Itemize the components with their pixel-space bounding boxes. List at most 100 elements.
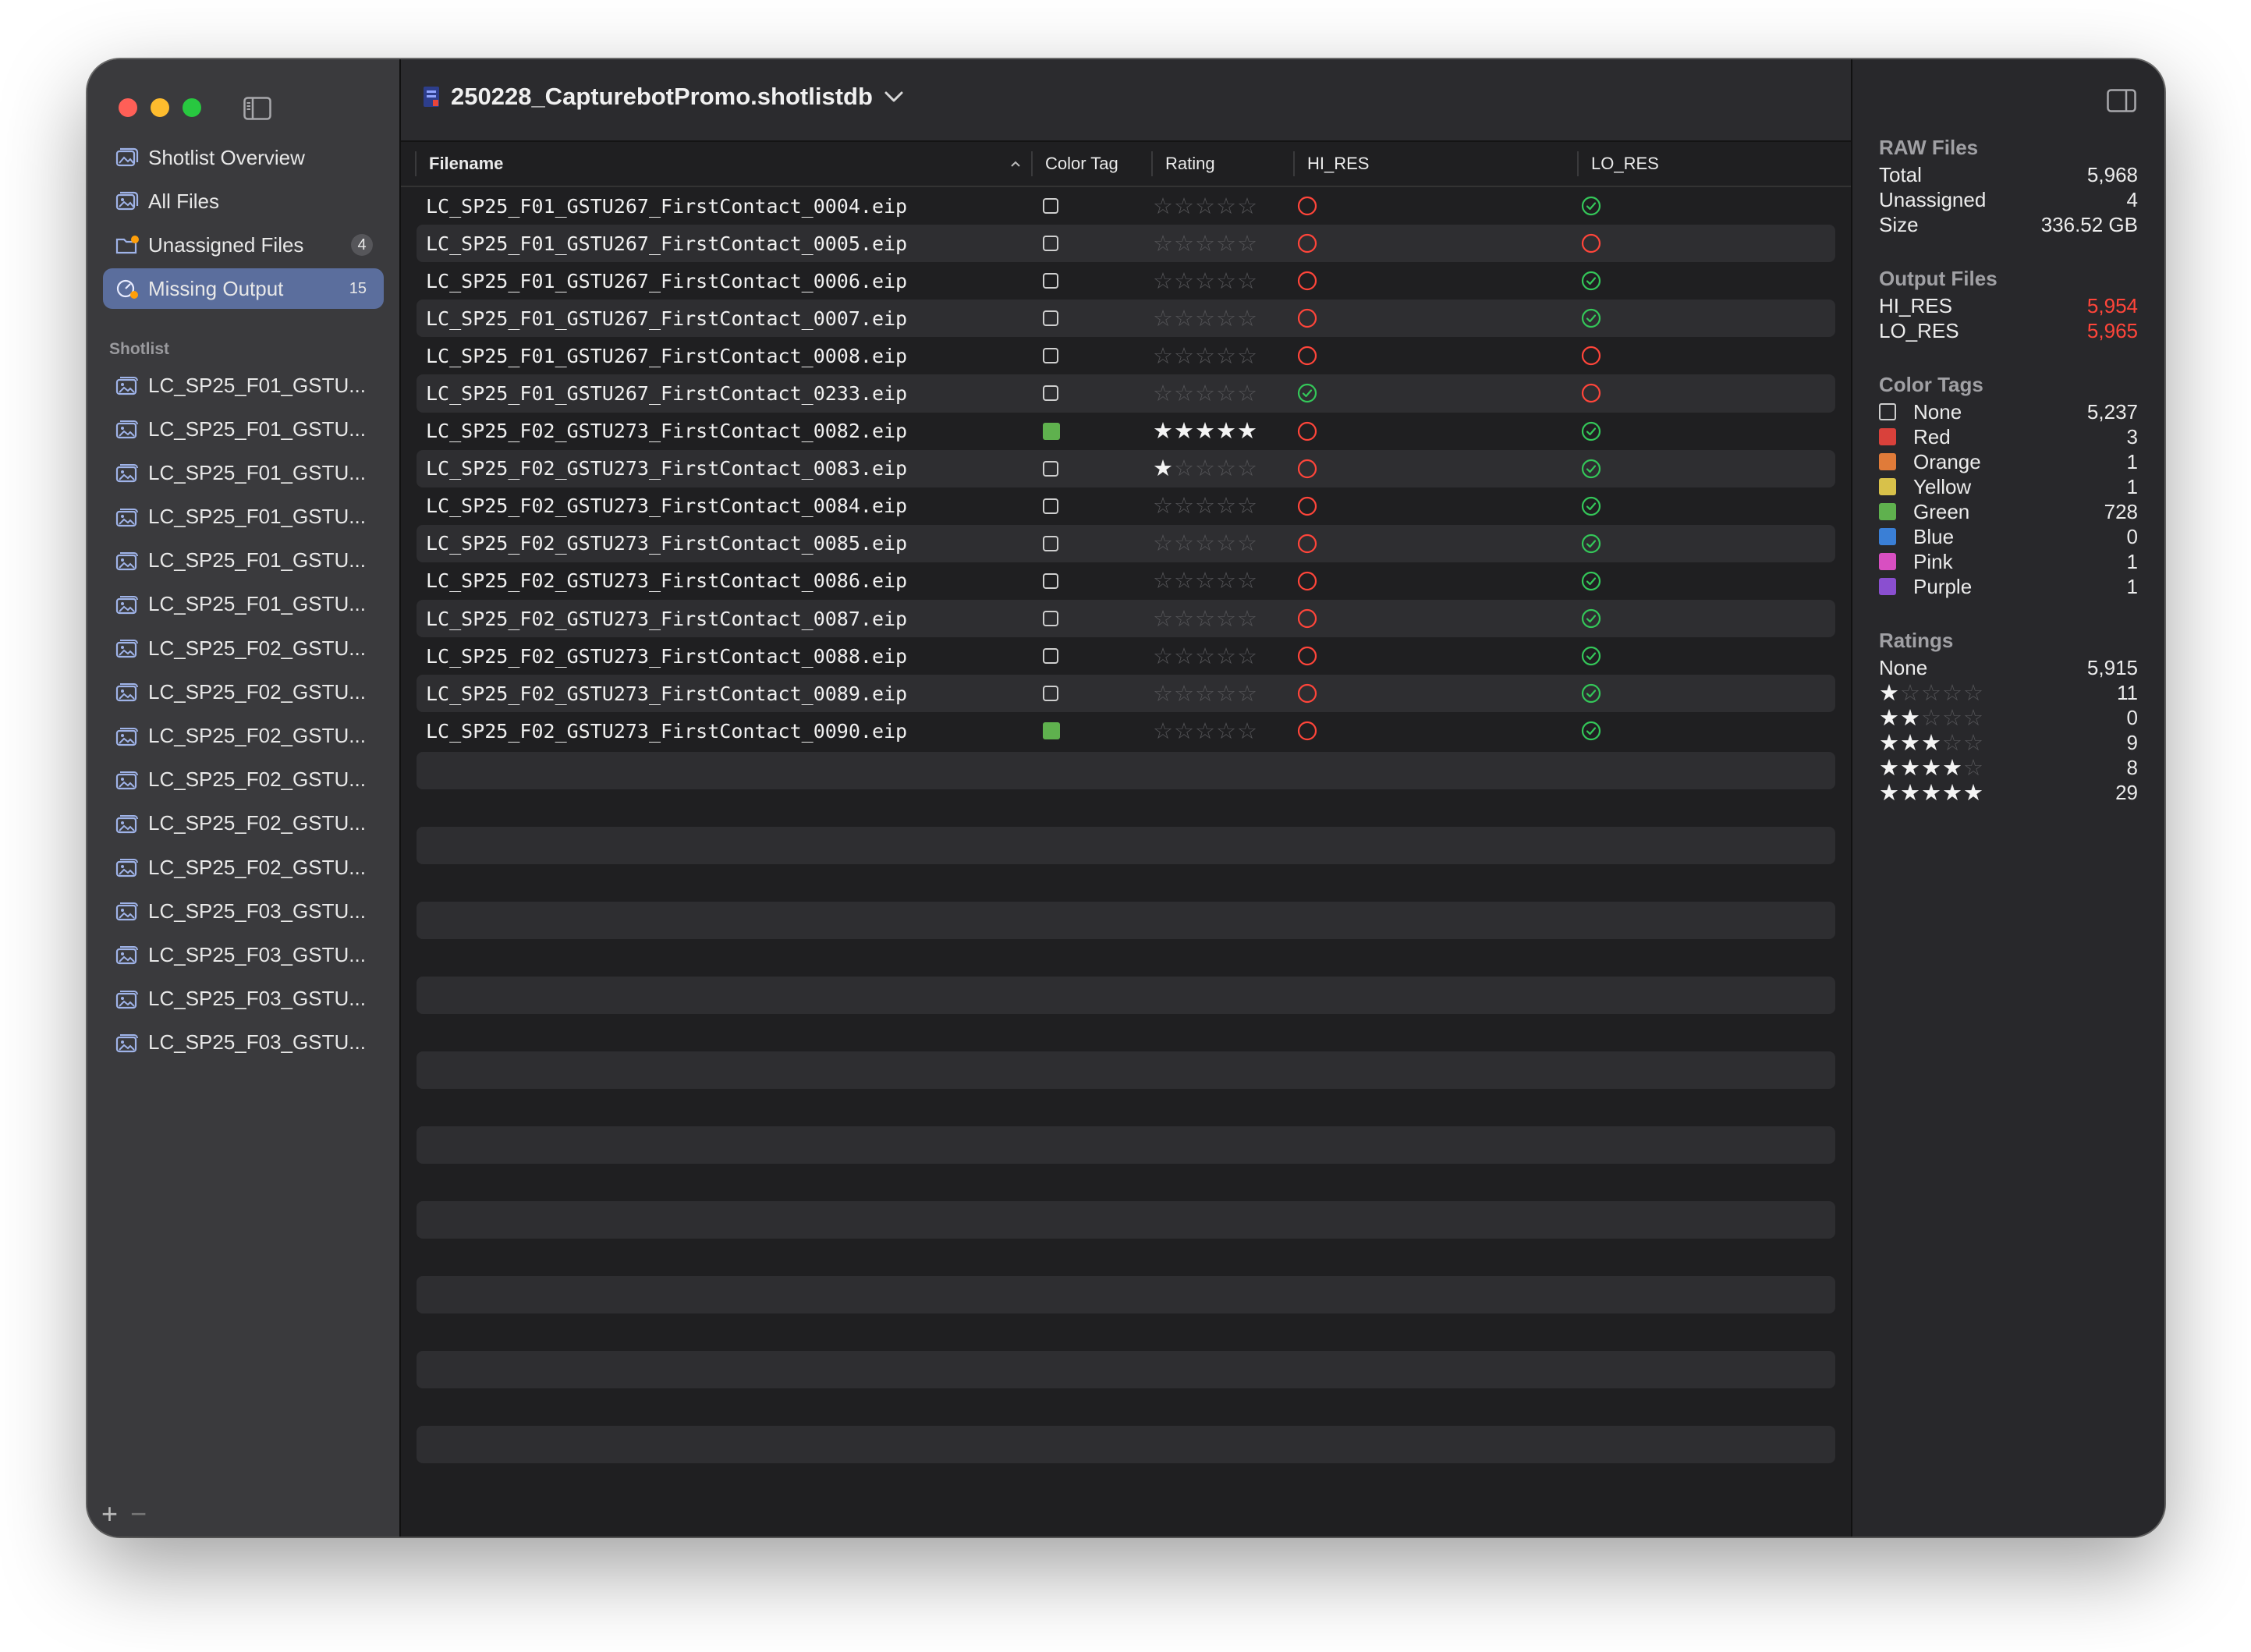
rating-cell[interactable]: ☆ ☆ ☆ ☆ ☆ (1153, 487, 1258, 525)
star-icon[interactable]: ☆ (1195, 268, 1216, 295)
star-icon[interactable]: ☆ (1216, 680, 1237, 707)
shotlist-item[interactable]: LC_SP25_F01_GSTU... (103, 365, 384, 406)
color-tag-swatch[interactable] (1043, 422, 1060, 440)
color-tag-cell[interactable] (1043, 712, 1060, 750)
column-header-filename[interactable]: Filename (429, 142, 1022, 186)
star-icon[interactable]: ☆ (1174, 530, 1195, 557)
star-icon[interactable]: ☆ (1216, 605, 1237, 633)
minimize-button[interactable] (151, 98, 169, 117)
star-icon[interactable]: ☆ (1237, 193, 1258, 220)
star-icon[interactable]: ☆ (1216, 643, 1237, 670)
shotlist-item[interactable]: LC_SP25_F01_GSTU... (103, 497, 384, 537)
remove-button[interactable]: − (130, 1498, 147, 1530)
table-row[interactable]: LC_SP25_F02_GSTU273_FirstContact_0085.ei… (417, 524, 1835, 562)
star-icon[interactable]: ☆ (1174, 718, 1195, 745)
table-row[interactable]: LC_SP25_F01_GSTU267_FirstContact_0006.ei… (417, 262, 1835, 300)
star-icon[interactable]: ☆ (1174, 455, 1195, 482)
table-row[interactable]: LC_SP25_F01_GSTU267_FirstContact_0233.ei… (417, 374, 1835, 413)
table-row[interactable]: LC_SP25_F01_GSTU267_FirstContact_0005.ei… (417, 225, 1835, 263)
shotlist-item[interactable]: LC_SP25_F03_GSTU... (103, 979, 384, 1019)
star-icon[interactable]: ☆ (1237, 605, 1258, 633)
rating-cell[interactable]: ☆ ☆ ☆ ☆ ☆ (1153, 300, 1258, 337)
star-icon[interactable]: ☆ (1237, 455, 1258, 482)
star-icon[interactable]: ☆ (1216, 718, 1237, 745)
star-icon[interactable]: ☆ (1237, 342, 1258, 370)
empty-tag-box[interactable] (1043, 686, 1058, 702)
star-icon[interactable]: ☆ (1237, 305, 1258, 332)
star-icon[interactable]: ☆ (1237, 380, 1258, 407)
empty-tag-box[interactable] (1043, 648, 1058, 665)
star-icon[interactable]: ☆ (1237, 492, 1258, 519)
empty-tag-box[interactable] (1043, 310, 1058, 327)
color-tag-cell[interactable] (1043, 337, 1058, 374)
star-icon[interactable]: ☆ (1216, 567, 1237, 594)
color-tag-cell[interactable] (1043, 675, 1058, 712)
table-row[interactable]: LC_SP25_F02_GSTU273_FirstContact_0084.ei… (417, 487, 1835, 525)
color-tag-cell[interactable] (1043, 374, 1058, 412)
star-icon[interactable]: ☆ (1195, 492, 1216, 519)
shotlist-item[interactable]: LC_SP25_F03_GSTU... (103, 891, 384, 931)
shotlist-item[interactable]: LC_SP25_F01_GSTU... (103, 584, 384, 625)
empty-tag-box[interactable] (1043, 198, 1058, 214)
shotlist-item[interactable]: LC_SP25_F02_GSTU... (103, 760, 384, 800)
star-icon[interactable]: ☆ (1195, 342, 1216, 370)
shotlist-item[interactable]: LC_SP25_F03_GSTU... (103, 1023, 384, 1063)
star-icon[interactable]: ☆ (1174, 605, 1195, 633)
star-icon[interactable]: ☆ (1195, 193, 1216, 220)
star-icon[interactable]: ☆ (1153, 530, 1174, 557)
star-icon[interactable]: ☆ (1153, 492, 1174, 519)
star-icon[interactable]: ☆ (1153, 305, 1174, 332)
star-icon[interactable]: ☆ (1237, 230, 1258, 257)
table-row[interactable]: LC_SP25_F01_GSTU267_FirstContact_0008.ei… (417, 337, 1835, 374)
star-icon[interactable]: ☆ (1195, 305, 1216, 332)
star-icon[interactable]: ☆ (1195, 455, 1216, 482)
star-icon[interactable]: ★ (1153, 417, 1174, 445)
sidebar-toggle-icon[interactable] (243, 87, 271, 129)
star-icon[interactable]: ☆ (1195, 643, 1216, 670)
color-tag-cell[interactable] (1043, 525, 1058, 562)
shotlist-item[interactable]: LC_SP25_F01_GSTU... (103, 409, 384, 449)
color-tag-cell[interactable] (1043, 637, 1058, 675)
star-icon[interactable]: ☆ (1237, 567, 1258, 594)
star-icon[interactable]: ☆ (1237, 268, 1258, 295)
star-icon[interactable]: ☆ (1216, 455, 1237, 482)
star-icon[interactable]: ☆ (1174, 230, 1195, 257)
star-icon[interactable]: ☆ (1153, 268, 1174, 295)
empty-tag-box[interactable] (1043, 573, 1058, 589)
table-row[interactable]: LC_SP25_F02_GSTU273_FirstContact_0090.ei… (417, 712, 1835, 750)
document-title-menu[interactable]: 250228_CapturebotPromo.shotlistdb (423, 83, 904, 111)
color-tag-cell[interactable] (1043, 450, 1058, 487)
color-tag-cell[interactable] (1043, 562, 1058, 600)
star-icon[interactable]: ☆ (1195, 718, 1216, 745)
star-icon[interactable]: ★ (1216, 417, 1237, 445)
star-icon[interactable]: ☆ (1153, 342, 1174, 370)
star-icon[interactable]: ☆ (1174, 193, 1195, 220)
table-row[interactable]: LC_SP25_F01_GSTU267_FirstContact_0007.ei… (417, 300, 1835, 338)
star-icon[interactable]: ★ (1153, 455, 1174, 482)
star-icon[interactable]: ★ (1174, 417, 1195, 445)
table-row[interactable]: LC_SP25_F02_GSTU273_FirstContact_0082.ei… (417, 413, 1835, 450)
star-icon[interactable]: ☆ (1195, 680, 1216, 707)
star-icon[interactable]: ☆ (1174, 643, 1195, 670)
star-icon[interactable]: ☆ (1174, 567, 1195, 594)
star-icon[interactable]: ☆ (1195, 230, 1216, 257)
table-row[interactable]: LC_SP25_F02_GSTU273_FirstContact_0087.ei… (417, 600, 1835, 638)
rating-cell[interactable]: ☆ ☆ ☆ ☆ ☆ (1153, 562, 1258, 600)
star-icon[interactable]: ☆ (1195, 380, 1216, 407)
shotlist-item[interactable]: LC_SP25_F02_GSTU... (103, 628, 384, 668)
rating-cell[interactable]: ☆ ☆ ☆ ☆ ☆ (1153, 675, 1258, 712)
star-icon[interactable]: ☆ (1216, 305, 1237, 332)
empty-tag-box[interactable] (1043, 385, 1058, 402)
color-tag-cell[interactable] (1043, 487, 1058, 525)
star-icon[interactable]: ☆ (1237, 643, 1258, 670)
empty-tag-box[interactable] (1043, 611, 1058, 627)
star-icon[interactable]: ☆ (1153, 680, 1174, 707)
zoom-button[interactable] (183, 98, 201, 117)
star-icon[interactable]: ☆ (1216, 530, 1237, 557)
empty-tag-box[interactable] (1043, 498, 1058, 514)
star-icon[interactable]: ☆ (1174, 380, 1195, 407)
column-header-color-tag[interactable]: Color Tag (1045, 142, 1118, 186)
star-icon[interactable]: ☆ (1153, 230, 1174, 257)
star-icon[interactable]: ☆ (1174, 680, 1195, 707)
shotlist-item[interactable]: LC_SP25_F03_GSTU... (103, 934, 384, 975)
